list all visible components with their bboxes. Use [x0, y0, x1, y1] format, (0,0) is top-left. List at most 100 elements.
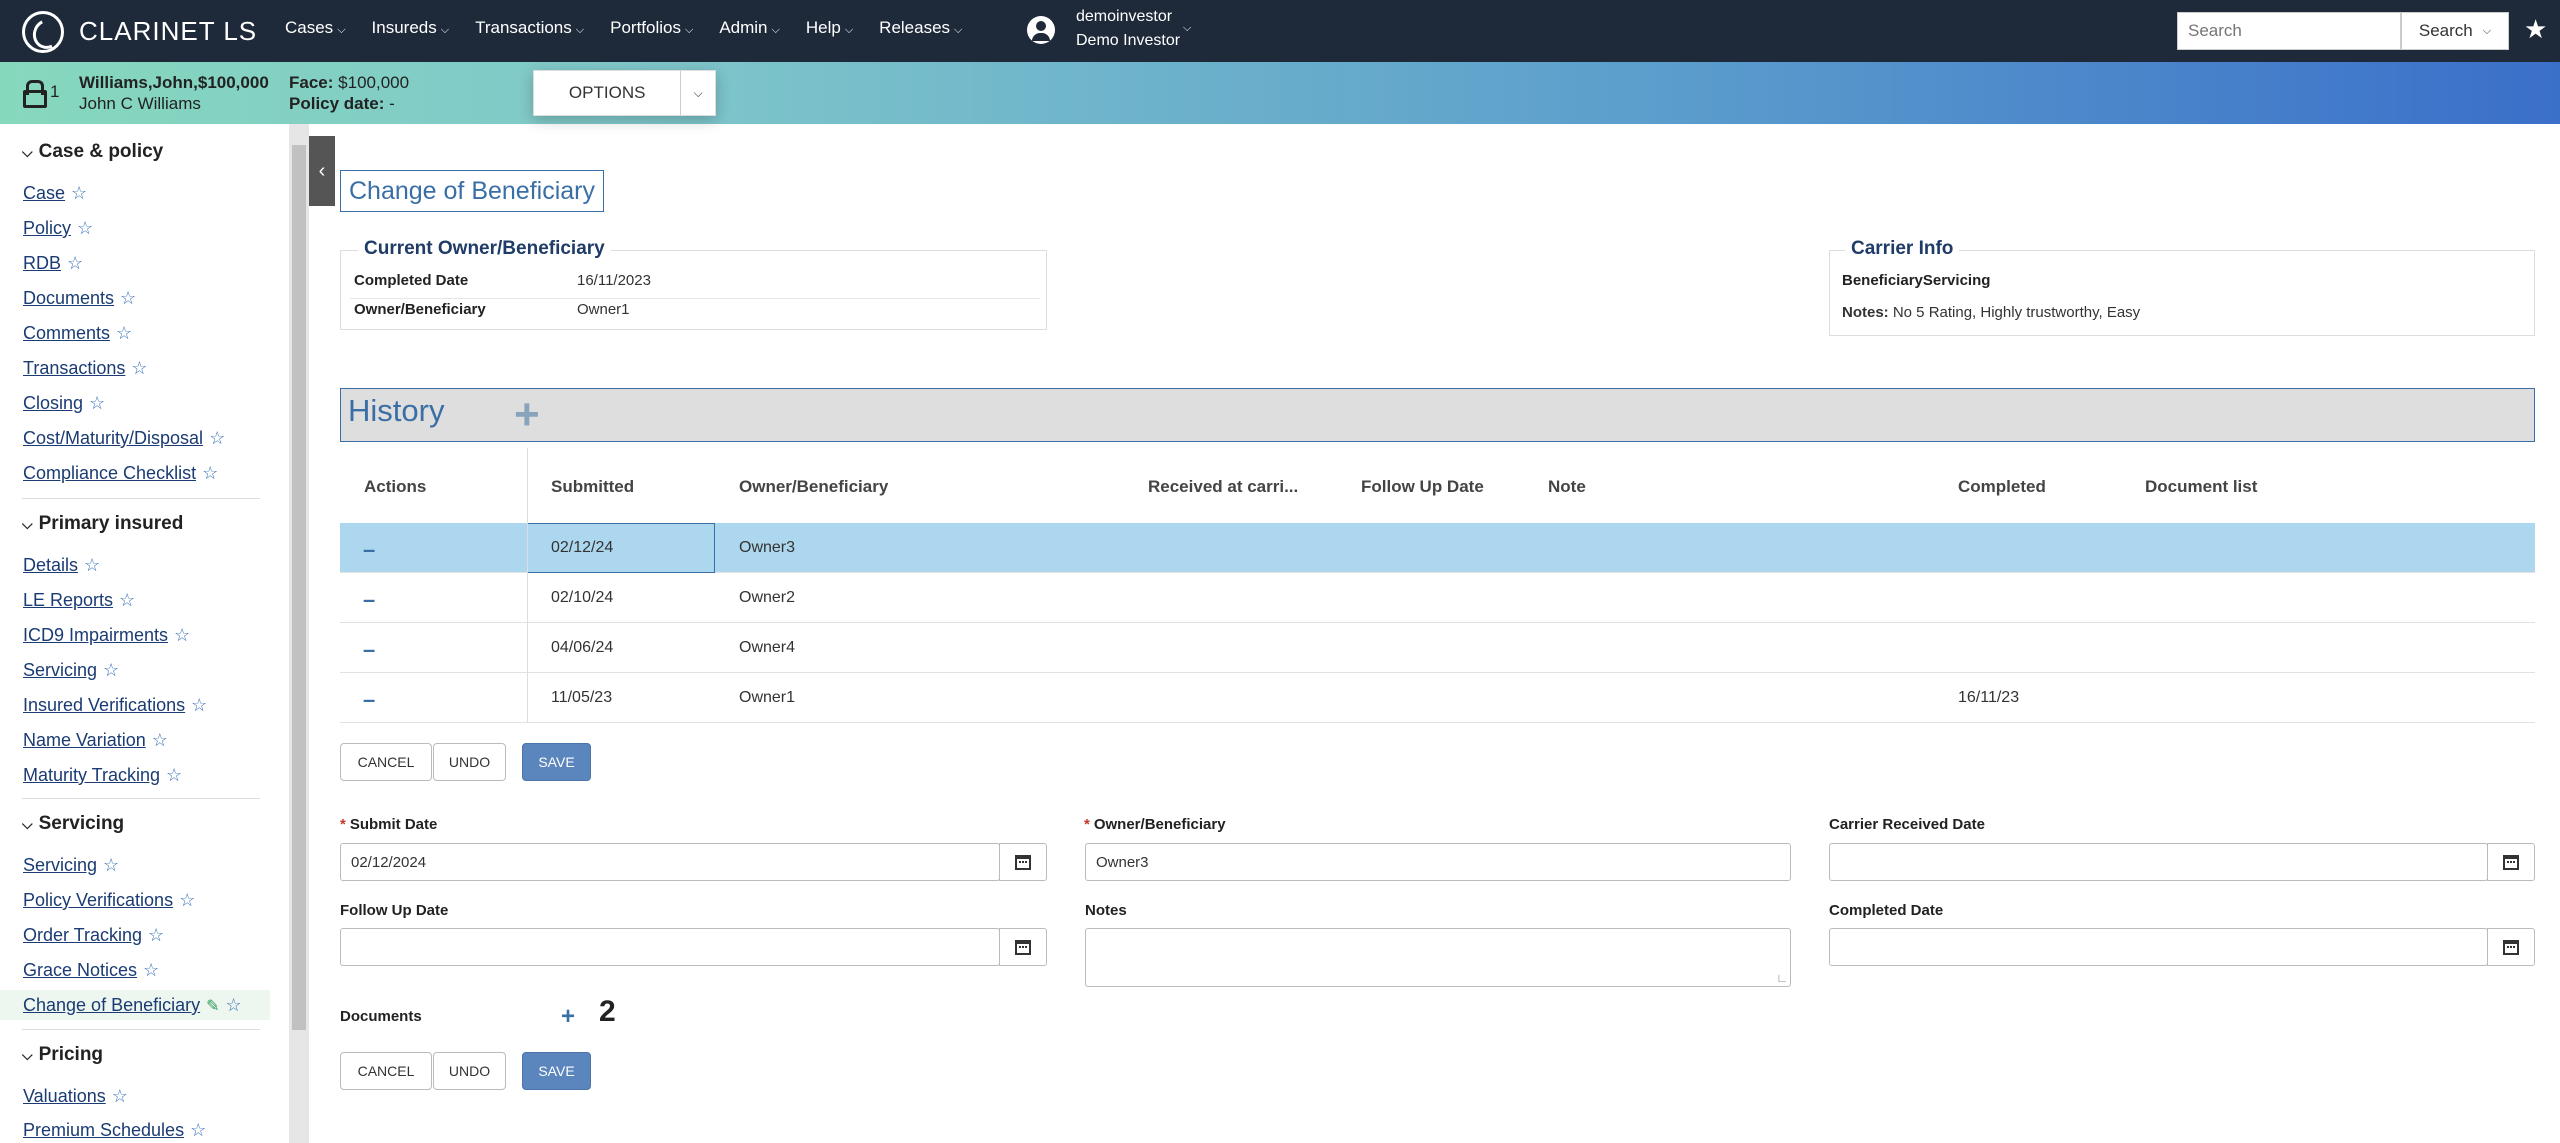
sidebar-item-policy[interactable]: Policy ☆: [23, 218, 93, 239]
sidebar-item-closing[interactable]: Closing ☆: [23, 393, 105, 414]
sidebar-item-grace-notices[interactable]: Grace Notices ☆: [23, 960, 159, 981]
app-logo-icon[interactable]: [22, 11, 64, 53]
sidebar-item-valuations[interactable]: Valuations ☆: [23, 1086, 128, 1107]
star-outline-icon[interactable]: ☆: [166, 765, 182, 786]
table-row[interactable]: – 04/06/24 Owner4: [340, 623, 2535, 673]
star-outline-icon[interactable]: ☆: [112, 1086, 128, 1107]
undo-button[interactable]: UNDO: [433, 743, 506, 781]
sidebar-item-servicing[interactable]: Servicing ☆: [23, 855, 119, 876]
sidebar-item-le-reports[interactable]: LE Reports ☆: [23, 590, 135, 611]
menu-portfolios[interactable]: Portfolios ⌵: [610, 18, 693, 38]
sidebar-item-premium-schedules[interactable]: Premium Schedules ☆: [23, 1120, 206, 1141]
cell-submitted[interactable]: 02/12/24: [551, 539, 613, 557]
table-row[interactable]: – 11/05/23 Owner1 16/11/23: [340, 673, 2535, 723]
star-outline-icon[interactable]: ☆: [119, 590, 135, 611]
star-outline-icon[interactable]: ☆: [67, 253, 83, 274]
star-outline-icon[interactable]: ☆: [179, 890, 195, 911]
chevron-down-icon[interactable]: ⌵: [680, 71, 715, 115]
star-outline-icon[interactable]: ☆: [190, 1120, 206, 1141]
col-document-list[interactable]: Document list: [2145, 477, 2257, 497]
user-name[interactable]: demoinvestor: [1076, 8, 1172, 26]
calendar-button[interactable]: [2487, 843, 2535, 881]
star-outline-icon[interactable]: ☆: [209, 428, 225, 449]
remove-row-minus-icon[interactable]: –: [363, 637, 375, 663]
sidebar-item-maturity-tracking[interactable]: Maturity Tracking ☆: [23, 765, 182, 786]
user-role[interactable]: Demo Investor: [1076, 32, 1180, 50]
col-owner-beneficiary[interactable]: Owner/Beneficiary: [739, 477, 888, 497]
user-avatar-icon[interactable]: [1027, 16, 1055, 44]
col-note[interactable]: Note: [1548, 477, 1586, 497]
resize-handle-icon[interactable]: ∟: [1776, 971, 1788, 985]
cancel-button[interactable]: CANCEL: [340, 743, 432, 781]
save-button[interactable]: SAVE: [522, 1052, 591, 1090]
sidebar-item-case[interactable]: Case ☆: [23, 183, 87, 204]
star-outline-icon[interactable]: ☆: [103, 660, 119, 681]
calendar-button[interactable]: [999, 928, 1047, 966]
carrier-received-date-input[interactable]: [1829, 843, 2488, 881]
remove-row-minus-icon[interactable]: –: [363, 687, 375, 713]
table-row[interactable]: – 02/12/24 Owner3: [340, 523, 2535, 573]
sidebar-item-cost-maturity-disposal[interactable]: Cost/Maturity/Disposal ☆: [23, 428, 225, 449]
sidebar-item-compliance-checklist[interactable]: Compliance Checklist ☆: [23, 463, 218, 484]
col-submitted[interactable]: Submitted: [551, 477, 634, 497]
cell-owner[interactable]: Owner3: [739, 539, 795, 557]
global-search-button[interactable]: Search ⌵: [2401, 12, 2509, 50]
sidebar-item-order-tracking[interactable]: Order Tracking ☆: [23, 925, 164, 946]
star-outline-icon[interactable]: ☆: [116, 323, 132, 344]
sidebar-section-pricing[interactable]: ⌵ Pricing: [22, 1044, 103, 1066]
star-outline-icon[interactable]: ☆: [143, 960, 159, 981]
cell-owner[interactable]: Owner1: [739, 689, 795, 707]
menu-transactions[interactable]: Transactions ⌵: [475, 18, 584, 38]
menu-help[interactable]: Help ⌵: [806, 18, 853, 38]
menu-insureds[interactable]: Insureds ⌵: [372, 18, 450, 38]
cell-owner[interactable]: Owner4: [739, 639, 795, 657]
sidebar-item-name-variation[interactable]: Name Variation ☆: [23, 730, 168, 751]
sidebar-item-documents[interactable]: Documents ☆: [23, 288, 136, 309]
star-outline-icon[interactable]: ☆: [120, 288, 136, 309]
sidebar-section-servicing[interactable]: ⌵ Servicing: [22, 813, 124, 835]
menu-releases[interactable]: Releases ⌵: [879, 18, 962, 38]
owner-beneficiary-input[interactable]: Owner3: [1085, 843, 1791, 881]
sidebar-collapse-button[interactable]: ‹: [309, 136, 335, 206]
star-outline-icon[interactable]: ☆: [202, 463, 218, 484]
pencil-icon[interactable]: ✎: [206, 996, 219, 1016]
sidebar-item-change-of-beneficiary[interactable]: Change of Beneficiary ✎ ☆: [23, 995, 242, 1016]
star-outline-icon[interactable]: ☆: [89, 393, 105, 414]
calendar-button[interactable]: [2487, 928, 2535, 966]
menu-cases[interactable]: Cases ⌵: [285, 18, 346, 38]
undo-button[interactable]: UNDO: [433, 1052, 506, 1090]
star-outline-icon[interactable]: ☆: [174, 625, 190, 646]
remove-row-minus-icon[interactable]: –: [363, 537, 375, 563]
options-button[interactable]: OPTIONS: [534, 71, 680, 115]
col-actions[interactable]: Actions: [364, 477, 426, 497]
col-follow-up-date[interactable]: Follow Up Date: [1361, 477, 1484, 497]
sidebar-item-icd9-impairments[interactable]: ICD9 Impairments ☆: [23, 625, 190, 646]
sidebar-item-servicing[interactable]: Servicing ☆: [23, 660, 119, 681]
cell-completed[interactable]: 16/11/23: [1958, 689, 2019, 707]
cell-owner[interactable]: Owner2: [739, 589, 795, 607]
star-outline-icon[interactable]: ☆: [77, 218, 93, 239]
documents-count[interactable]: 2: [599, 995, 616, 1029]
sidebar-section-primary-insured[interactable]: ⌵ Primary insured: [22, 513, 183, 535]
lock-icon[interactable]: [22, 80, 47, 108]
star-outline-icon[interactable]: ☆: [84, 555, 100, 576]
sidebar-section-case-policy[interactable]: ⌵ Case & policy: [22, 141, 163, 163]
cell-submitted[interactable]: 11/05/23: [551, 689, 612, 707]
star-outline-icon[interactable]: ☆: [103, 855, 119, 876]
completed-date-input[interactable]: [1829, 928, 2488, 966]
sidebar-item-comments[interactable]: Comments ☆: [23, 323, 132, 344]
notes-textarea[interactable]: ∟: [1085, 928, 1791, 987]
sidebar-item-details[interactable]: Details ☆: [23, 555, 100, 576]
menu-admin[interactable]: Admin ⌵: [719, 18, 780, 38]
star-outline-icon[interactable]: ☆: [131, 358, 147, 379]
add-history-plus-icon[interactable]: +: [514, 393, 540, 437]
remove-row-minus-icon[interactable]: –: [363, 587, 375, 613]
favorites-star-icon[interactable]: ★: [2524, 14, 2547, 45]
sidebar-item-transactions[interactable]: Transactions ☆: [23, 358, 148, 379]
star-outline-icon[interactable]: ☆: [71, 183, 87, 204]
calendar-button[interactable]: [999, 843, 1047, 881]
follow-up-date-input[interactable]: [340, 928, 1000, 966]
global-search-input[interactable]: [2177, 12, 2401, 50]
star-outline-icon[interactable]: ☆: [148, 925, 164, 946]
star-outline-icon[interactable]: ☆: [191, 695, 207, 716]
